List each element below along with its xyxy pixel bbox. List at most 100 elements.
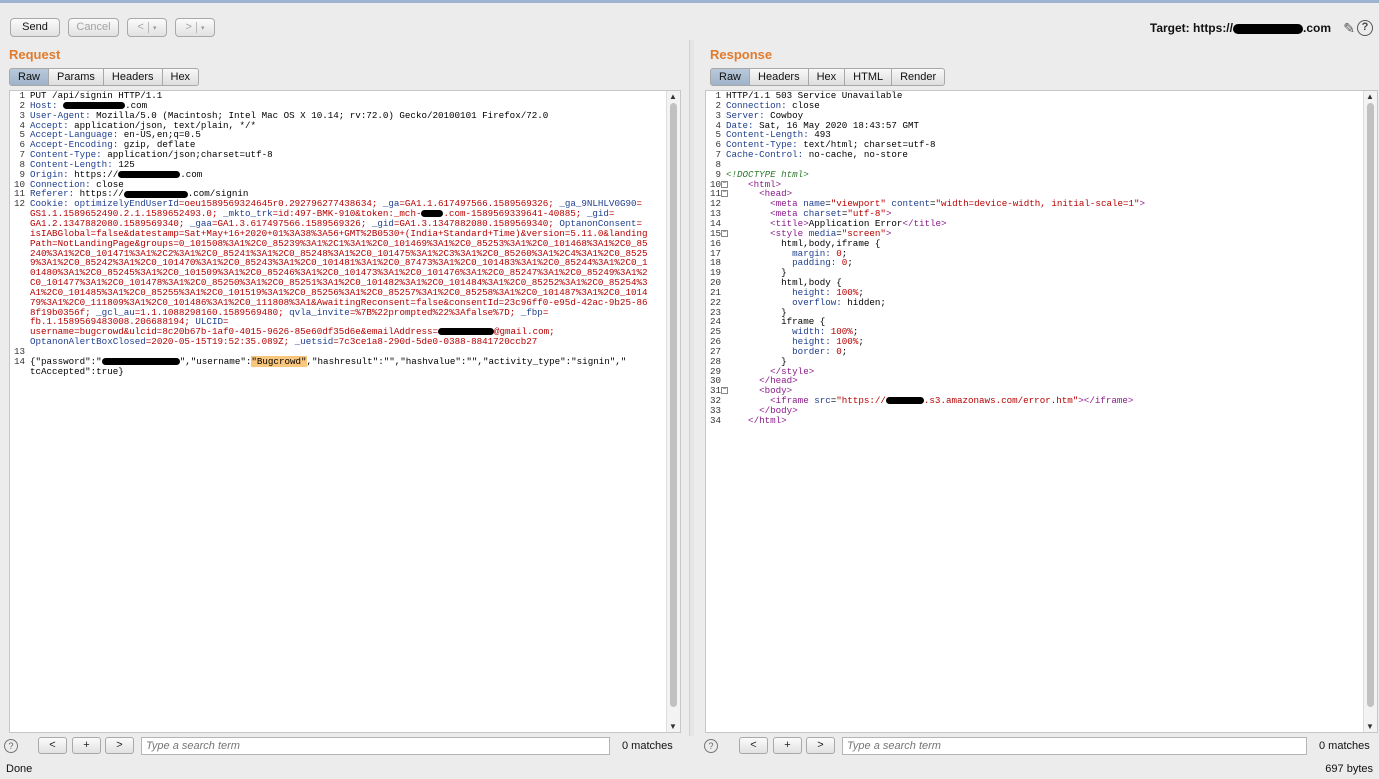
search-prev-button[interactable]: < bbox=[739, 737, 768, 754]
response-size: 697 bytes bbox=[1325, 763, 1373, 775]
code-line: 27 border: 0; bbox=[706, 347, 1363, 357]
redaction-mark bbox=[101, 357, 180, 365]
code-line: 9 <!DOCTYPE html> bbox=[706, 169, 1363, 180]
cancel-button[interactable]: Cancel bbox=[68, 18, 119, 37]
redaction-mark bbox=[885, 397, 924, 405]
response-title: Response bbox=[710, 47, 773, 62]
code-token: > bbox=[1139, 198, 1146, 210]
code-line: 1 PUT /api/signin HTTP/1.1 bbox=[10, 91, 666, 101]
pane-splitter[interactable] bbox=[689, 40, 694, 736]
search-help-icon[interactable]: ? bbox=[704, 739, 718, 753]
code-token: OptanonAlertBoxClosed bbox=[30, 336, 146, 348]
code-token: ; bbox=[880, 296, 886, 308]
code-line: 7 Cache-Control: no-cache, no-store bbox=[706, 150, 1363, 160]
search-add-button[interactable]: + bbox=[773, 737, 802, 754]
redaction-mark bbox=[1232, 23, 1303, 34]
response-scrollbar[interactable]: ▲ ▼ bbox=[1363, 91, 1377, 732]
scroll-thumb[interactable] bbox=[1367, 103, 1374, 707]
chevron-down-icon: ▾ bbox=[200, 25, 205, 32]
search-next-button[interactable]: > bbox=[105, 737, 134, 754]
edit-target-icon[interactable]: ✎ bbox=[1343, 20, 1355, 37]
status-text: Done bbox=[6, 763, 33, 775]
code-line: 33 </body> bbox=[706, 406, 1363, 416]
response-tab-render[interactable]: Render bbox=[892, 68, 946, 86]
search-next-button[interactable]: > bbox=[806, 737, 835, 754]
back-button[interactable]: < ▾ bbox=[127, 18, 167, 37]
code-token: ; bbox=[847, 257, 853, 269]
code-token: </title> bbox=[902, 217, 947, 229]
code-token: .s3.amazonaws.com/error.htm" bbox=[923, 395, 1079, 407]
target-label[interactable]: Target: https:// .com bbox=[1150, 21, 1331, 35]
code-token: = bbox=[636, 198, 643, 210]
send-button[interactable]: Send bbox=[10, 18, 60, 37]
code-token: Cache-Control: bbox=[726, 149, 809, 161]
request-search-input[interactable] bbox=[141, 737, 610, 755]
response-tab-hex[interactable]: Hex bbox=[808, 68, 846, 86]
line-number: 34 bbox=[709, 414, 721, 426]
scroll-down-icon[interactable]: ▼ bbox=[669, 722, 677, 731]
code-line: 10− <html> bbox=[706, 179, 1363, 190]
code-token: =%7B%22prompted%22%3Afalse%7D; bbox=[349, 306, 521, 318]
scroll-up-icon[interactable]: ▲ bbox=[669, 92, 677, 101]
redaction-mark bbox=[63, 101, 126, 109]
response-tab-headers[interactable]: Headers bbox=[750, 68, 809, 86]
code-token: ,"hashresult":"","hashvalue":"","activit… bbox=[306, 355, 627, 367]
fold-toggle-icon[interactable]: − bbox=[721, 387, 728, 395]
search-help-icon[interactable]: ? bbox=[4, 739, 18, 753]
toolbar: Send Cancel < ▾ > ▾ Target: https://.com ✎… bbox=[0, 3, 1379, 41]
code-token: > bbox=[885, 227, 892, 239]
search-add-button[interactable]: + bbox=[72, 737, 101, 754]
code-line: 18 padding: 0; bbox=[706, 258, 1363, 268]
response-code[interactable]: 1 HTTP/1.1 503 Service Unavailable 2 Connec… bbox=[706, 91, 1363, 426]
code-line: 30 </head> bbox=[706, 376, 1363, 386]
response-tab-raw[interactable]: Raw bbox=[710, 68, 751, 86]
forward-button[interactable]: > ▾ bbox=[175, 18, 215, 37]
request-tab-headers[interactable]: Headers bbox=[103, 68, 163, 86]
fold-toggle-icon[interactable]: − bbox=[721, 180, 728, 188]
code-line: 34 </html> bbox=[706, 414, 1363, 426]
code-token: "https:// bbox=[836, 395, 886, 407]
code-token: _uetsid bbox=[294, 336, 334, 348]
code-token: ; bbox=[841, 345, 848, 357]
response-match-count: 0 matches bbox=[1319, 740, 1370, 752]
separator bbox=[147, 21, 149, 33]
fold-toggle-icon[interactable]: − bbox=[721, 229, 728, 237]
request-tab-params[interactable]: Params bbox=[49, 68, 104, 86]
scroll-thumb[interactable] bbox=[670, 103, 677, 707]
code-token: no-cache, no-store bbox=[808, 149, 908, 161]
code-token: 125 bbox=[118, 158, 135, 170]
fold-toggle-icon[interactable]: − bbox=[721, 190, 728, 198]
request-search-bar: ? < + > 0 matches bbox=[0, 737, 690, 757]
code-token: .com bbox=[180, 168, 203, 180]
response-tab-html[interactable]: HTML bbox=[845, 68, 893, 86]
response-tabs: Raw Headers Hex HTML Render bbox=[710, 68, 946, 86]
line-number: 14 bbox=[13, 355, 25, 367]
redaction-mark bbox=[438, 328, 494, 336]
response-search-input[interactable] bbox=[842, 737, 1307, 755]
request-tab-hex[interactable]: Hex bbox=[162, 68, 200, 86]
code-token: </html> bbox=[726, 414, 787, 426]
code-line: 32 <iframe src="https://.s3.amazonaws.co… bbox=[706, 396, 1363, 406]
separator bbox=[195, 21, 197, 33]
help-icon[interactable]: ? bbox=[1357, 20, 1373, 36]
request-code[interactable]: 1 PUT /api/signin HTTP/1.1 2 Host: .com 3 Use… bbox=[10, 91, 666, 376]
search-prev-button[interactable]: < bbox=[38, 737, 67, 754]
request-scrollbar[interactable]: ▲ ▼ bbox=[666, 91, 680, 732]
code-token: qvla_invite bbox=[289, 306, 350, 318]
request-tab-raw[interactable]: Raw bbox=[9, 68, 50, 86]
code-token: content bbox=[885, 198, 931, 210]
scroll-up-icon[interactable]: ▲ bbox=[1366, 92, 1374, 101]
request-tabs: Raw Params Headers Hex bbox=[9, 68, 200, 86]
redaction-mark bbox=[123, 190, 188, 198]
redaction-mark bbox=[421, 210, 444, 218]
code-line: OptanonAlertBoxClosed=2020-05-15T19:52:3… bbox=[10, 337, 666, 347]
redaction-mark bbox=[118, 170, 181, 178]
response-editor[interactable]: 1 HTTP/1.1 503 Service Unavailable 2 Connec… bbox=[705, 90, 1378, 733]
code-token: src bbox=[814, 395, 831, 407]
request-match-count: 0 matches bbox=[622, 740, 673, 752]
code-token: ","username": bbox=[179, 355, 252, 367]
request-editor[interactable]: 1 PUT /api/signin HTTP/1.1 2 Host: .com 3 Use… bbox=[9, 90, 681, 733]
scroll-down-icon[interactable]: ▼ bbox=[1366, 722, 1374, 731]
code-line: 29 </style> bbox=[706, 366, 1363, 377]
code-token: =7c3ce1a8-290d-5de0-0388-8841720ccb27 bbox=[333, 336, 538, 348]
